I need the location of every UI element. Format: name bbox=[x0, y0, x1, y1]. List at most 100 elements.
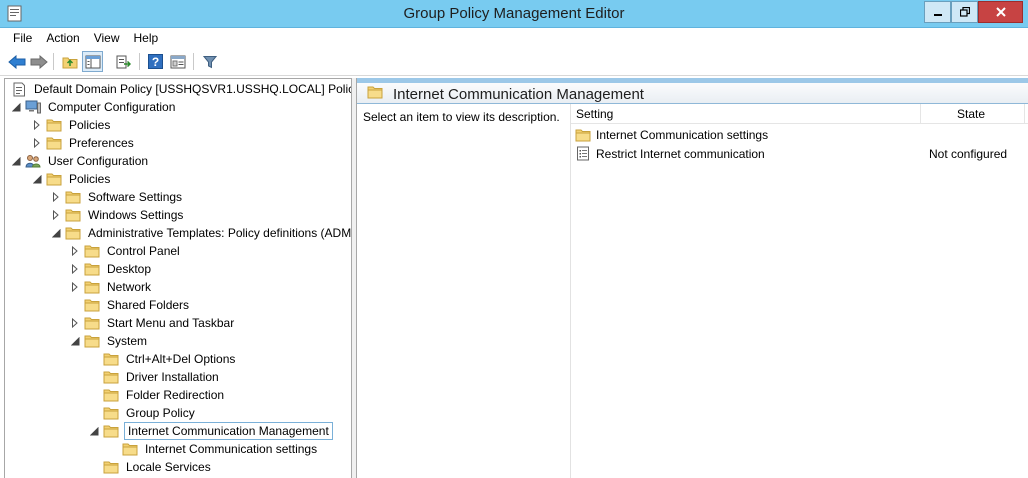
collapse-arrow-icon[interactable] bbox=[89, 426, 99, 436]
collapse-arrow-icon[interactable] bbox=[11, 102, 21, 112]
menu-action[interactable]: Action bbox=[39, 31, 86, 45]
list-header: Setting State bbox=[571, 104, 1028, 124]
forward-button[interactable] bbox=[28, 51, 49, 72]
tree-node-label[interactable]: Locale Services bbox=[124, 459, 213, 475]
tree-node-label[interactable]: Internet Communication Management bbox=[124, 422, 333, 440]
tree-node-label[interactable]: Software Settings bbox=[86, 189, 184, 205]
menu-view[interactable]: View bbox=[87, 31, 127, 45]
tree-node[interactable]: Ctrl+Alt+Del Options bbox=[89, 350, 237, 368]
help-button[interactable]: ? bbox=[145, 51, 166, 72]
show-hide-tree-button[interactable] bbox=[82, 51, 103, 72]
menu-help[interactable]: Help bbox=[127, 31, 166, 45]
tree-node-label[interactable]: Ctrl+Alt+Del Options bbox=[124, 351, 237, 367]
tree-node-label[interactable]: Internet Communication settings bbox=[143, 441, 319, 457]
collapse-arrow-icon[interactable] bbox=[51, 228, 61, 238]
tree-node-label[interactable]: Driver Installation bbox=[124, 369, 221, 385]
tree-node[interactable]: Start Menu and Taskbar bbox=[70, 314, 236, 332]
tree-node[interactable]: Control Panel bbox=[70, 242, 182, 260]
menu-bar: File Action View Help bbox=[0, 28, 1028, 48]
tree-node-label[interactable]: Group Policy bbox=[124, 405, 197, 421]
export-list-button[interactable] bbox=[112, 51, 133, 72]
tree-node-label[interactable]: Administrative Templates: Policy definit… bbox=[86, 225, 351, 241]
minimize-button[interactable] bbox=[924, 1, 951, 23]
menu-file[interactable]: File bbox=[6, 31, 39, 45]
tree-node[interactable]: Administrative Templates: Policy definit… bbox=[51, 224, 351, 242]
tree-node-label[interactable]: System bbox=[105, 333, 149, 349]
tree-node[interactable]: Desktop bbox=[70, 260, 153, 278]
restore-button[interactable] bbox=[951, 1, 978, 23]
tree-node[interactable]: Default Domain Policy [USSHQSVR1.USSHQ.L… bbox=[11, 80, 351, 98]
filter-button[interactable] bbox=[199, 51, 220, 72]
expand-arrow-icon[interactable] bbox=[32, 138, 42, 148]
folder-icon bbox=[103, 388, 119, 402]
tree-node[interactable]: Folder Redirection bbox=[89, 386, 226, 404]
folder-icon bbox=[103, 370, 119, 384]
up-folder-icon bbox=[62, 57, 77, 68]
svg-text:?: ? bbox=[152, 55, 159, 69]
tree-node[interactable]: Internet Communication Management bbox=[89, 422, 333, 440]
tree-node[interactable]: Software Settings bbox=[51, 188, 184, 206]
tree-node[interactable]: Shared Folders bbox=[70, 296, 191, 314]
close-button[interactable] bbox=[978, 1, 1023, 23]
folder-icon bbox=[65, 208, 81, 222]
back-button[interactable] bbox=[6, 51, 27, 72]
expand-arrow-icon[interactable] bbox=[51, 192, 61, 202]
setting-state: Not configured bbox=[929, 147, 1008, 161]
folder-icon bbox=[84, 334, 100, 348]
tree-node[interactable]: Internet Communication settings bbox=[108, 440, 319, 458]
tree-node-label[interactable]: User Configuration bbox=[46, 153, 150, 169]
tree-node[interactable]: Policies bbox=[32, 116, 112, 134]
tree-node-label[interactable]: Start Menu and Taskbar bbox=[105, 315, 236, 331]
forward-icon bbox=[30, 54, 48, 69]
tree-node[interactable]: Policies bbox=[32, 170, 112, 188]
tree-node[interactable]: User Configuration bbox=[11, 152, 150, 170]
setting-name: Restrict Internet communication bbox=[596, 146, 765, 161]
tree-node-label[interactable]: Control Panel bbox=[105, 243, 182, 259]
expand-arrow-icon[interactable] bbox=[70, 264, 80, 274]
tree-node[interactable]: Group Policy bbox=[89, 404, 197, 422]
tree-node[interactable]: Network bbox=[70, 278, 153, 296]
tree-node[interactable]: Preferences bbox=[32, 134, 136, 152]
console-tree[interactable]: Default Domain Policy [USSHQSVR1.USSHQ.L… bbox=[4, 78, 352, 478]
up-level-button[interactable] bbox=[59, 51, 80, 72]
setting-row[interactable]: Internet Communication settings bbox=[571, 125, 1028, 144]
tree-node-label[interactable]: Computer Configuration bbox=[46, 99, 177, 115]
expand-arrow-icon[interactable] bbox=[70, 318, 80, 328]
tree-node-label[interactable]: Preferences bbox=[67, 135, 136, 151]
properties-button[interactable] bbox=[167, 51, 188, 72]
tree-node[interactable]: Windows Settings bbox=[51, 206, 185, 224]
tree-node[interactable]: System bbox=[70, 332, 149, 350]
expand-arrow-icon[interactable] bbox=[32, 120, 42, 130]
column-header-state[interactable]: State bbox=[957, 107, 985, 121]
setting-row[interactable]: Restrict Internet communication Not confi… bbox=[571, 144, 1028, 163]
filter-icon bbox=[202, 55, 217, 68]
policy-setting-icon bbox=[575, 146, 591, 161]
folder-icon bbox=[103, 424, 119, 438]
collapse-arrow-icon[interactable] bbox=[32, 174, 42, 184]
back-icon bbox=[7, 54, 25, 69]
tree-node-label[interactable]: Policies bbox=[67, 117, 112, 133]
tree-node-label[interactable]: Network bbox=[105, 279, 153, 295]
tree-node-label[interactable]: Windows Settings bbox=[86, 207, 185, 223]
expand-arrow-icon[interactable] bbox=[70, 282, 80, 292]
tree-node[interactable]: Computer Configuration bbox=[11, 98, 177, 116]
tree-node[interactable]: Driver Installation bbox=[89, 368, 221, 386]
collapse-arrow-icon[interactable] bbox=[70, 336, 80, 346]
expand-arrow-icon[interactable] bbox=[51, 210, 61, 220]
folder-icon bbox=[65, 190, 81, 204]
details-header: Internet Communication Management bbox=[357, 78, 1028, 104]
details-pane: Internet Communication Management Select… bbox=[356, 78, 1028, 478]
tree-node-label[interactable]: Shared Folders bbox=[105, 297, 191, 313]
tree-node[interactable]: Locale Services bbox=[89, 458, 213, 476]
expand-arrow-icon[interactable] bbox=[70, 246, 80, 256]
tree-node-label[interactable]: Policies bbox=[67, 171, 112, 187]
folder-icon bbox=[65, 226, 81, 240]
tree-node-label[interactable]: Default Domain Policy [USSHQSVR1.USSHQ.L… bbox=[32, 81, 351, 97]
collapse-arrow-icon[interactable] bbox=[11, 156, 21, 166]
column-header-setting[interactable]: Setting bbox=[576, 107, 613, 121]
tree-node-label[interactable]: Desktop bbox=[105, 261, 153, 277]
tree-node-label[interactable]: Folder Redirection bbox=[124, 387, 226, 403]
